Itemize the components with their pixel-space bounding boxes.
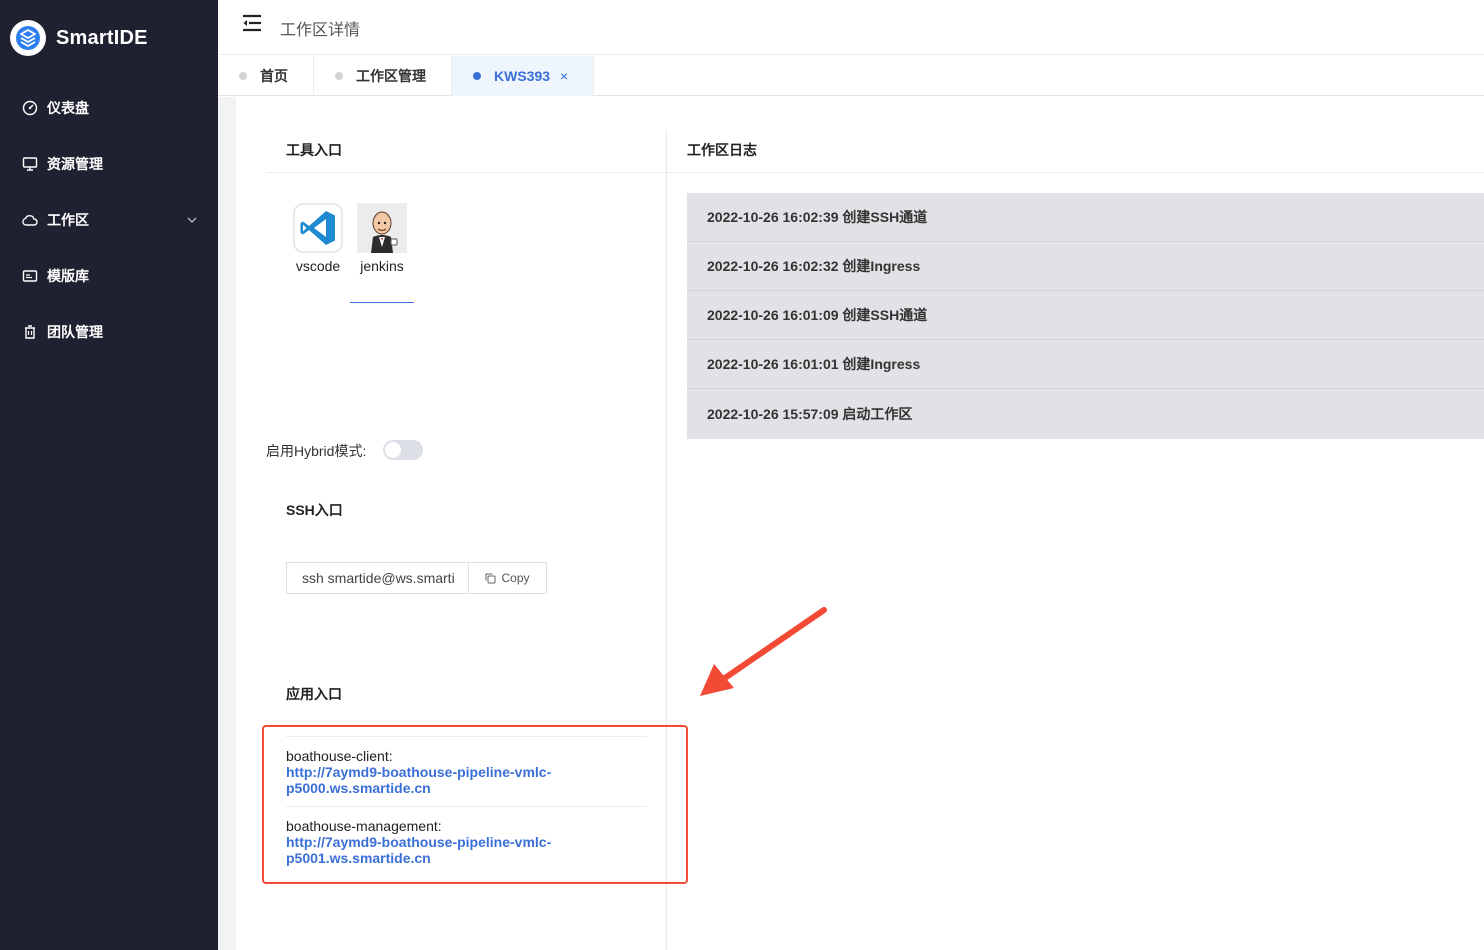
tools-title: 工具入口 xyxy=(286,142,342,158)
jenkins-icon xyxy=(357,203,407,253)
annotation-arrow-icon xyxy=(700,607,827,696)
highlight-box xyxy=(262,725,688,884)
tool-label: jenkins xyxy=(360,258,404,274)
copy-label: Copy xyxy=(501,571,530,585)
sidebar-item-label: 工作区 xyxy=(47,212,89,228)
content-gutter xyxy=(218,97,236,950)
tab-bar: 首页 工作区管理 KWS393 × xyxy=(218,56,1484,96)
brand[interactable]: SmartIDE xyxy=(10,20,148,56)
tab-dot xyxy=(335,72,343,80)
dashboard-icon xyxy=(22,100,38,116)
top-header: 工作区详情 xyxy=(218,0,1484,55)
chevron-down-icon[interactable] xyxy=(186,213,198,225)
tab-home[interactable]: 首页 xyxy=(218,56,314,96)
sidebar-item-workspace[interactable]: 工作区 xyxy=(0,192,218,248)
hybrid-label: 启用Hybrid模式: xyxy=(266,443,367,459)
toggle-knob xyxy=(385,442,401,458)
team-icon xyxy=(22,324,38,340)
ssh-command-field[interactable]: ssh smartide@ws.smarti xyxy=(286,562,469,594)
logs-divider xyxy=(667,172,1484,173)
copy-icon xyxy=(485,573,496,583)
sidebar: SmartIDE 仪表盘 资源管理 工作区 模版库 团队管理 xyxy=(0,0,218,950)
sidebar-item-label: 团队管理 xyxy=(47,324,103,340)
sidebar-menu: 仪表盘 资源管理 工作区 模版库 团队管理 xyxy=(0,80,218,360)
sidebar-item-dashboard[interactable]: 仪表盘 xyxy=(0,80,218,136)
tab-dot xyxy=(473,72,481,80)
sidebar-item-team[interactable]: 团队管理 xyxy=(0,304,218,360)
logs-title: 工作区日志 xyxy=(687,142,757,158)
tab-label: KWS393 xyxy=(494,68,551,84)
vscode-icon xyxy=(293,203,343,253)
tool-vscode[interactable]: vscode xyxy=(288,203,348,274)
tool-jenkins[interactable]: jenkins xyxy=(352,203,412,274)
sidebar-item-label: 模版库 xyxy=(47,268,89,284)
sidebar-item-templates[interactable]: 模版库 xyxy=(0,248,218,304)
tab-workspace-management[interactable]: 工作区管理 xyxy=(314,56,452,96)
log-list: 2022-10-26 16:02:39 创建SSH通道 2022-10-26 1… xyxy=(687,193,1484,439)
cloud-icon xyxy=(22,212,38,228)
log-entry: 2022-10-26 16:02:32 创建Ingress xyxy=(687,242,1484,291)
sidebar-item-resources[interactable]: 资源管理 xyxy=(0,136,218,192)
close-icon[interactable]: × xyxy=(560,68,568,84)
tab-dot xyxy=(239,72,247,80)
log-entry: 2022-10-26 16:01:09 创建SSH通道 xyxy=(687,291,1484,340)
ssh-title: SSH入口 xyxy=(286,502,343,518)
tools-divider xyxy=(266,172,666,173)
log-entry: 2022-10-26 15:57:09 启动工作区 xyxy=(707,405,913,422)
tool-active-indicator xyxy=(350,302,414,303)
log-entry: 2022-10-26 16:01:01 创建Ingress xyxy=(687,340,1484,389)
copy-button[interactable]: Copy xyxy=(468,562,547,594)
brand-name: SmartIDE xyxy=(56,26,148,49)
tab-kws393[interactable]: KWS393 × xyxy=(452,56,595,96)
menu-fold-icon[interactable] xyxy=(242,14,262,32)
tab-label: 工作区管理 xyxy=(356,68,426,84)
log-entry: 2022-10-26 16:02:39 创建SSH通道 xyxy=(687,193,1484,242)
sidebar-item-label: 仪表盘 xyxy=(47,100,89,116)
page-title: 工作区详情 xyxy=(280,22,361,39)
tool-label: vscode xyxy=(295,258,341,274)
monitor-icon xyxy=(22,156,38,172)
template-icon xyxy=(22,268,38,284)
tab-label: 首页 xyxy=(260,68,288,84)
hybrid-toggle[interactable] xyxy=(383,440,423,460)
sidebar-item-label: 资源管理 xyxy=(47,156,103,172)
apps-title: 应用入口 xyxy=(286,686,342,702)
smartide-logo-icon xyxy=(10,20,46,56)
